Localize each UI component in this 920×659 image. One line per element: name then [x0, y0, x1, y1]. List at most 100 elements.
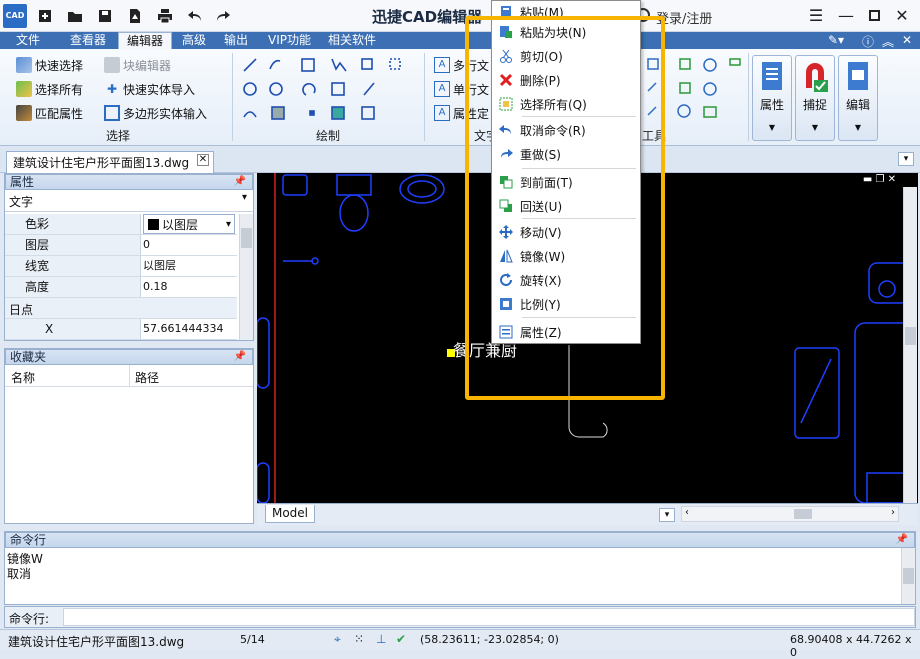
status-file: 建筑设计住宅户形平面图13.dwg: [8, 635, 185, 649]
tab-viewer[interactable]: 查看器: [62, 32, 114, 49]
tab-vip[interactable]: VIP功能: [260, 32, 319, 49]
select-all-button[interactable]: 选择所有: [16, 79, 83, 99]
style-dropdown-icon[interactable]: ✎▾: [828, 33, 844, 47]
property-row-layer[interactable]: 图层 0: [5, 235, 237, 256]
close-icon[interactable]: ✕: [890, 4, 914, 26]
ribbon-close-icon[interactable]: ✕: [902, 33, 912, 47]
favorites-panel-header: 收藏夹 📌: [5, 349, 253, 365]
command-history-line: 取消: [7, 567, 32, 581]
document-tab[interactable]: 建筑设计住宅户形平面图13.dwg ✕: [6, 151, 214, 173]
ribbon-tab-strip: 文件 查看器 编辑器 高级 输出 VIP功能 相关软件 ✎▾ ⓘ ︽ ✕: [0, 32, 920, 49]
maximize-icon[interactable]: [862, 4, 886, 26]
command-panel-header: 命令行 📌: [5, 532, 915, 548]
canvas-window-controls-icon[interactable]: ▬ ❐ ✕: [863, 174, 896, 185]
new-file-icon[interactable]: [34, 5, 56, 27]
scroll-right-icon[interactable]: ›: [891, 507, 895, 518]
canvas-horizontal-scrollbar[interactable]: ‹ ›: [681, 506, 899, 522]
chevron-down-icon: ▾: [225, 219, 231, 230]
chevron-down-icon: ▾: [241, 192, 247, 203]
chevron-down-icon: ▼: [811, 123, 819, 132]
print-icon[interactable]: [154, 5, 176, 27]
polygon-entity-input-button[interactable]: 多边形实体输入: [104, 103, 207, 123]
pin-icon[interactable]: 📌: [234, 350, 246, 364]
command-panel: 命令行 📌 镜像W 取消: [4, 531, 916, 605]
chevron-down-icon: ▼: [768, 123, 776, 132]
command-input[interactable]: [63, 608, 915, 626]
color-select[interactable]: 以图层 ▾: [143, 214, 235, 234]
object-type-select[interactable]: 文字 ▾: [5, 190, 253, 212]
minimize-icon[interactable]: —: [834, 4, 858, 26]
document-tab-bar: 建筑设计住宅户形平面图13.dwg ✕ ▾: [0, 146, 920, 173]
chevron-down-icon: ▼: [854, 123, 862, 132]
block-editor-button[interactable]: 块编辑器: [104, 55, 171, 75]
collapse-ribbon-icon[interactable]: ︽: [882, 33, 894, 50]
app-logo: CAD: [3, 4, 27, 28]
group-separator: [748, 53, 749, 141]
group-separator: [424, 53, 425, 141]
title-bar: CAD 迅捷CAD编辑器 登录/注册 ☰ — ✕: [0, 0, 920, 32]
redo-arrow-icon[interactable]: [212, 5, 234, 27]
status-page: 5/14: [240, 633, 265, 646]
open-folder-icon[interactable]: [64, 5, 86, 27]
property-section-point[interactable]: 日点: [5, 298, 237, 319]
quick-select-button[interactable]: 快速选择: [16, 55, 83, 75]
tab-list-dropdown-icon[interactable]: ▾: [898, 152, 914, 166]
menu-icon[interactable]: ☰: [804, 4, 828, 26]
quick-entity-import-button[interactable]: ✚ 快速实体导入: [104, 79, 195, 99]
property-row-height[interactable]: 高度 0.18: [5, 277, 237, 298]
select-all-ribbon-icon: [16, 81, 32, 97]
column-header-name[interactable]: 名称: [11, 369, 35, 386]
canvas-vertical-scrollbar[interactable]: [903, 187, 917, 503]
annotation-highlight-box: [465, 16, 665, 400]
properties-panel: 属性 📌 文字 ▾ 色彩 以图层 ▾ 图层 0 线宽 以图层 高度 0.18 日点 X 57.6…: [4, 173, 254, 341]
plus-icon: ✚: [106, 82, 118, 96]
draw-group-title: 绘制: [316, 129, 341, 143]
magnet-icon: [806, 63, 828, 92]
help-icon[interactable]: ⓘ: [862, 33, 874, 50]
property-row-x[interactable]: X 57.661444334: [5, 319, 237, 340]
favorites-table-header: 名称 路径: [5, 365, 253, 387]
pin-icon[interactable]: 📌: [234, 175, 246, 189]
tab-output[interactable]: 输出: [216, 32, 256, 49]
property-grid: 色彩 以图层 ▾ 图层 0 线宽 以图层 高度 0.18 日点 X 57.661444334: [5, 214, 255, 340]
property-row-linewidth[interactable]: 线宽 以图层: [5, 256, 237, 277]
text-a-icon: A: [434, 57, 450, 73]
properties-big-button[interactable]: 属性 ▼: [752, 55, 792, 141]
scroll-left-icon[interactable]: ‹: [685, 507, 689, 518]
command-scrollbar[interactable]: [901, 548, 915, 604]
column-header-path[interactable]: 路径: [135, 369, 159, 386]
snap-big-button[interactable]: 捕捉 ▼: [795, 55, 835, 141]
edit-big-button[interactable]: 编辑 ▼: [838, 55, 878, 141]
favorites-panel: 收藏夹 📌 名称 路径: [4, 348, 254, 524]
brush-icon: [16, 105, 32, 121]
pdf-export-icon[interactable]: [124, 5, 146, 27]
undo-arrow-icon[interactable]: [184, 5, 206, 27]
status-drawing-size: 68.90408 x 44.7262 x 0: [790, 633, 912, 659]
match-properties-button[interactable]: 匹配属性: [16, 103, 83, 123]
property-row-color[interactable]: 色彩 以图层 ▾: [5, 214, 237, 235]
tab-editor[interactable]: 编辑器: [118, 32, 173, 49]
model-tab-bar: Model ▾ ‹ ›: [257, 503, 918, 525]
edit-doc-icon: [848, 62, 868, 90]
osnap-toggle-icon[interactable]: ✔: [396, 632, 406, 646]
quick-select-icon: [16, 57, 32, 73]
tab-advanced[interactable]: 高级: [174, 32, 214, 49]
save-icon[interactable]: [94, 5, 116, 27]
ortho-toggle-icon[interactable]: ⊥: [376, 632, 386, 646]
properties-scrollbar[interactable]: [239, 214, 253, 340]
status-bar: 建筑设计住宅户形平面图13.dwg 5/14 ⌖ ⁙ ⊥ ✔ (58.23611…: [0, 629, 920, 659]
attribute-icon: A: [434, 105, 450, 121]
polygon-icon: [104, 105, 120, 121]
properties-doc-icon: [762, 62, 782, 90]
model-tab[interactable]: Model: [265, 505, 315, 523]
command-input-row: 命令行:: [4, 606, 916, 628]
pin-icon[interactable]: 📌: [896, 533, 908, 547]
grid-toggle-icon[interactable]: ⁙: [354, 632, 364, 646]
tab-related-software[interactable]: 相关软件: [320, 32, 384, 49]
snap-toggle-icon[interactable]: ⌖: [334, 632, 341, 647]
draw-tools-grid: [240, 55, 420, 125]
tab-file[interactable]: 文件: [8, 32, 48, 49]
select-group-title: 选择: [106, 129, 131, 143]
close-tab-icon[interactable]: ✕: [197, 154, 209, 166]
layout-list-dropdown-icon[interactable]: ▾: [659, 508, 675, 522]
